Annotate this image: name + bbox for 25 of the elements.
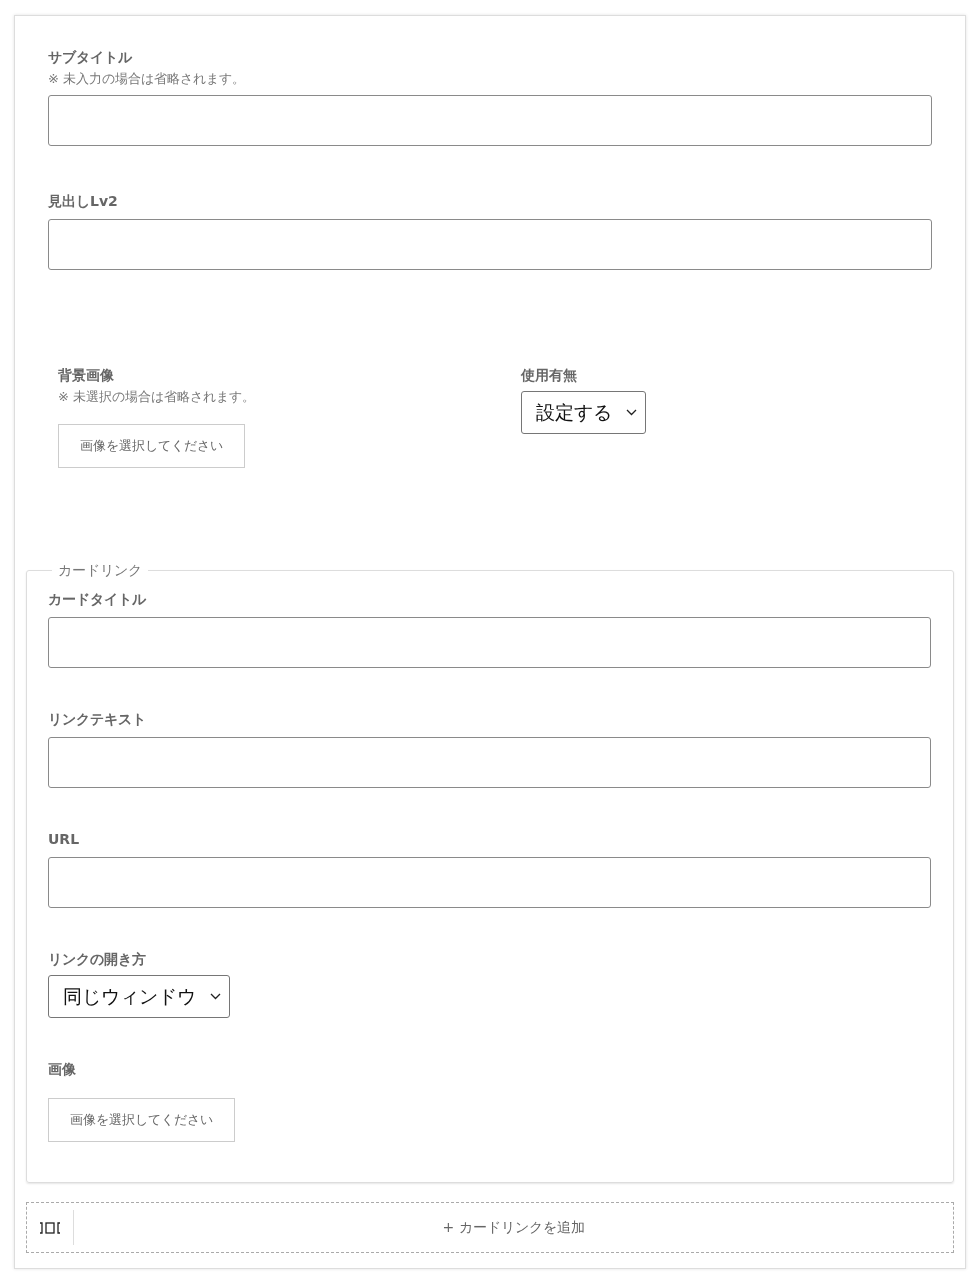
chevron-down-icon (210, 993, 221, 1000)
input-field[interactable] (48, 219, 932, 270)
field-label: リンクの開き方 (48, 950, 147, 968)
input-field[interactable] (48, 737, 931, 788)
field-label: カードタイトル (48, 590, 147, 608)
field-label: URL (48, 830, 81, 848)
field-note: ※ 未選択の場合は省略されます。 (58, 388, 257, 406)
select-image-button[interactable]: 画像を選択してください (58, 424, 245, 468)
field-label: サブタイトル (48, 48, 133, 66)
group-legend: カードリンク (52, 562, 148, 578)
field-label: リンクテキスト (48, 710, 147, 728)
carousel-icon[interactable] (39, 1221, 61, 1234)
input-field[interactable] (48, 857, 931, 908)
field-label: 使用有無 (521, 366, 578, 384)
dropdown[interactable]: 同じウィンドウ (48, 975, 230, 1018)
add-card-link-button[interactable]: + カードリンクを追加 (74, 1203, 953, 1252)
field-label: 見出しLv2 (48, 192, 119, 210)
field-label: 画像 (48, 1060, 77, 1078)
input-field[interactable] (48, 95, 932, 146)
field-note: ※ 未入力の場合は省略されます。 (48, 70, 247, 88)
field-label: 背景画像 (58, 366, 115, 384)
select-image-button[interactable]: 画像を選択してください (48, 1098, 235, 1142)
chevron-down-icon (626, 409, 637, 416)
dropdown[interactable]: 設定する (521, 391, 646, 434)
input-field[interactable] (48, 617, 931, 668)
